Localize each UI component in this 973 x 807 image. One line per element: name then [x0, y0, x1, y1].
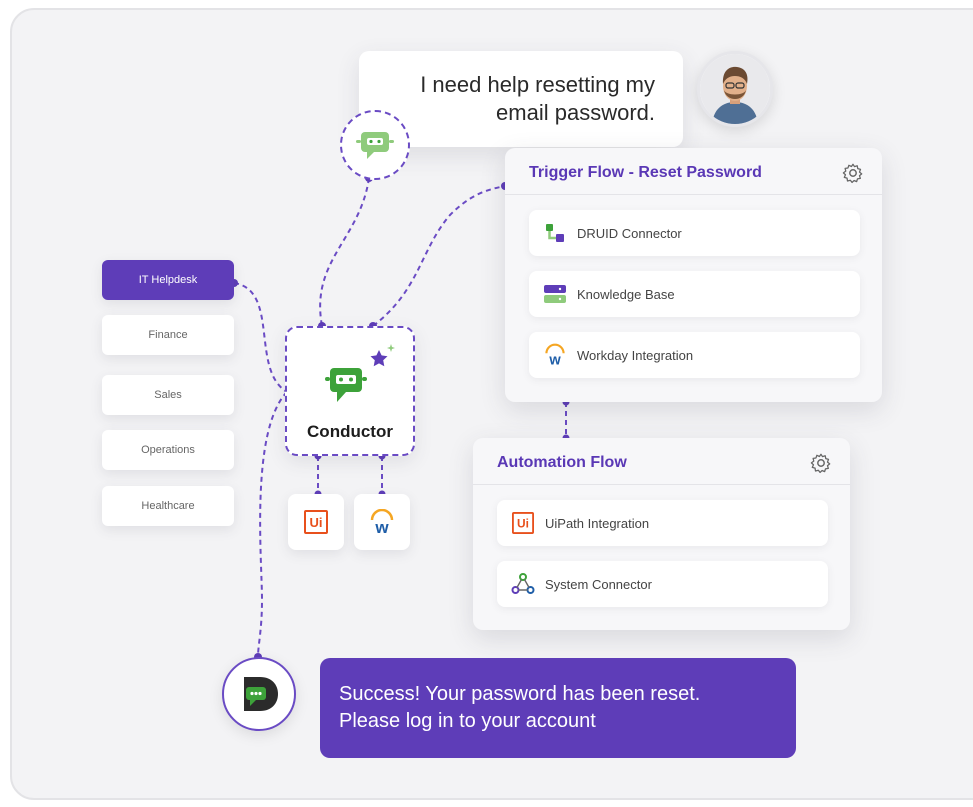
department-label: Sales: [154, 389, 182, 401]
uipath-icon: Ui: [304, 510, 328, 534]
department-operations[interactable]: Operations: [102, 430, 234, 470]
department-list: IT Helpdesk Finance Sales Operations Hea…: [102, 260, 234, 530]
user-message-line-2: email password.: [496, 100, 655, 125]
trigger-flow-card: Trigger Flow - Reset Password DRUID Conn…: [505, 148, 882, 402]
department-finance[interactable]: Finance: [102, 315, 234, 355]
workday-tile[interactable]: w: [354, 494, 410, 550]
chatbot-icon: [356, 132, 394, 159]
department-it-helpdesk[interactable]: IT Helpdesk: [102, 260, 234, 300]
row-label: Workday Integration: [577, 347, 694, 363]
conductor-node[interactable]: Conductor: [285, 326, 415, 456]
uipath-icon: Ui: [511, 511, 535, 535]
druid-logo: [222, 657, 296, 731]
department-label: Healthcare: [141, 500, 195, 512]
automation-flow-card: Automation Flow Ui UiPath Integration Sy…: [473, 438, 850, 630]
success-message-line-2: Please log in to your account: [339, 710, 596, 732]
conductor-label: Conductor: [307, 422, 393, 441]
success-message-bubble: Success! Your password has been reset. P…: [320, 658, 796, 758]
user-message-line-1: I need help resetting my: [420, 72, 655, 97]
row-label: System Connector: [545, 576, 652, 592]
druid-connector-icon: [543, 221, 567, 245]
uipath-row-badge: Ui: [517, 517, 529, 531]
trigger-flow-title: Trigger Flow - Reset Password: [529, 164, 762, 181]
row-label: Knowledge Base: [577, 286, 675, 302]
row-label: DRUID Connector: [577, 225, 682, 241]
row-label: UiPath Integration: [545, 515, 650, 531]
uipath-integration-row[interactable]: Ui UiPath Integration: [497, 500, 828, 546]
sparkle-star-icon: [370, 344, 395, 367]
system-connector-icon: [511, 572, 535, 596]
department-sales[interactable]: Sales: [102, 375, 234, 415]
workday-icon: w: [543, 343, 567, 367]
user-avatar-illustration: [700, 54, 770, 124]
workday-integration-row[interactable]: w Workday Integration: [529, 332, 860, 378]
uipath-badge-text: Ui: [310, 515, 323, 530]
conductor-bot-icon: [325, 368, 367, 402]
druid-connector-row[interactable]: DRUID Connector: [529, 210, 860, 256]
department-healthcare[interactable]: Healthcare: [102, 486, 234, 526]
success-message-line-1: Success! Your password has been reset.: [339, 683, 701, 705]
knowledge-base-icon: [543, 282, 567, 306]
automation-flow-title: Automation Flow: [497, 454, 627, 471]
gear-icon[interactable]: [810, 452, 832, 474]
card-divider: [473, 484, 850, 485]
department-label: Operations: [141, 444, 195, 456]
system-connector-row[interactable]: System Connector: [497, 561, 828, 607]
workday-letter: w: [374, 518, 389, 535]
avatar: [697, 51, 773, 127]
uipath-tile[interactable]: Ui: [288, 494, 344, 550]
druid-logo-icon: [244, 677, 278, 711]
card-divider: [505, 194, 882, 195]
svg-text:w: w: [548, 352, 561, 367]
department-label: Finance: [148, 329, 188, 341]
knowledge-base-row[interactable]: Knowledge Base: [529, 271, 860, 317]
department-label: IT Helpdesk: [138, 274, 198, 286]
workday-icon: w: [370, 509, 394, 535]
gear-icon[interactable]: [842, 162, 864, 184]
chatbot-node[interactable]: [340, 110, 410, 180]
